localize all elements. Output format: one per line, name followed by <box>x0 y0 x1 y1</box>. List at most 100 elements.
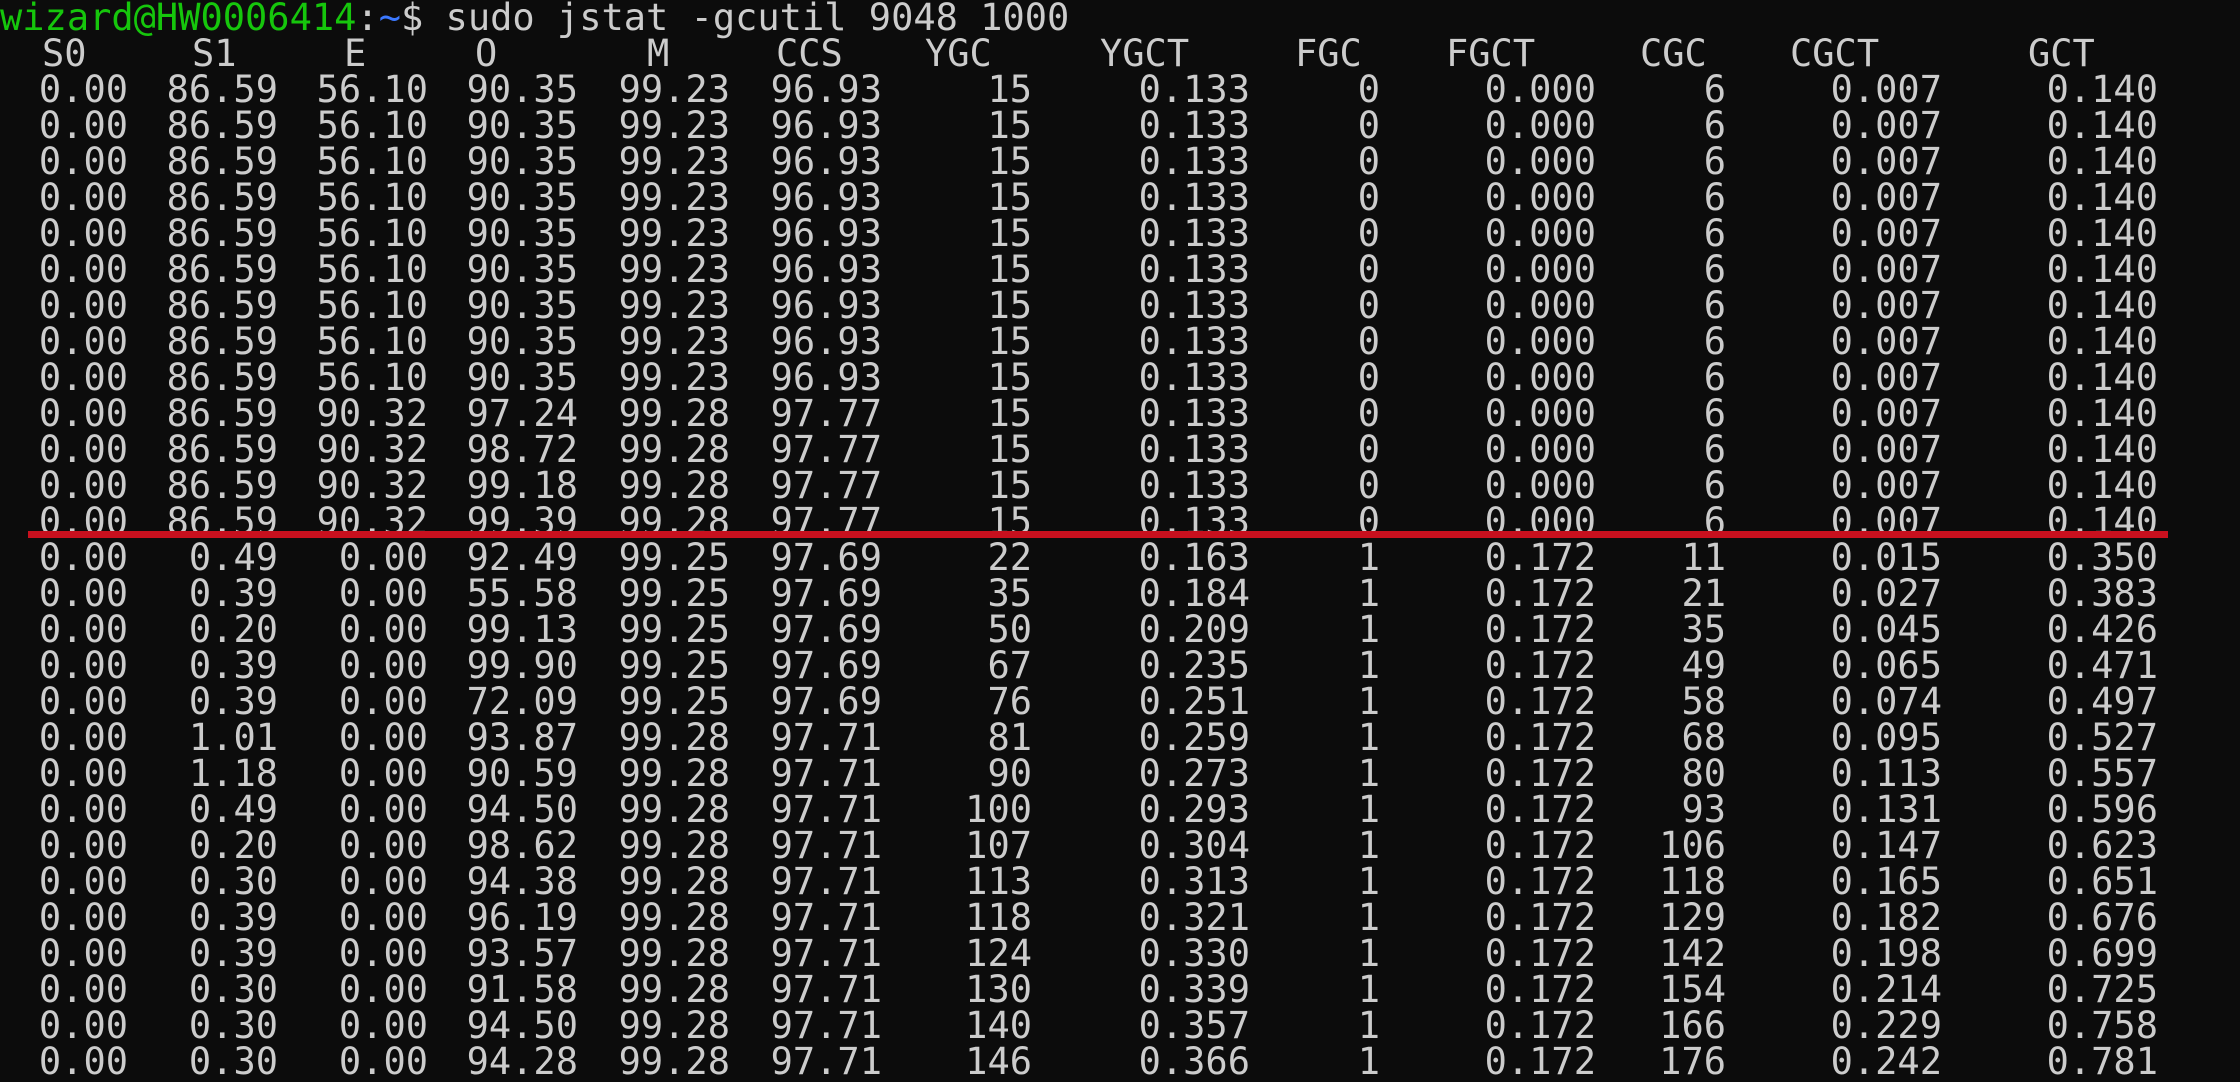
table-cell-fgct: 0.000 <box>1484 68 1596 111</box>
table-cell-ccs: 96.93 <box>770 356 882 399</box>
table-cell-ygc: 15 <box>987 104 1032 147</box>
table-cell-s1: 1.18 <box>188 752 278 795</box>
table-cell-e: 0.00 <box>338 752 428 795</box>
table-cell-ygc: 67 <box>987 644 1032 687</box>
table-cell-ygc: 76 <box>987 680 1032 723</box>
table-cell-e: 0.00 <box>338 572 428 615</box>
table-cell-cgc: 142 <box>1659 932 1726 975</box>
table-cell-s0: 0.00 <box>38 860 128 903</box>
table-cell-ygct: 0.133 <box>1138 140 1250 183</box>
table-cell-s1: 86.59 <box>166 320 278 363</box>
table-cell-s0: 0.00 <box>38 140 128 183</box>
table-cell-s1: 0.39 <box>188 896 278 939</box>
table-cell-ygct: 0.184 <box>1138 572 1250 615</box>
table-cell-m: 99.28 <box>618 932 730 975</box>
table-cell-gct: 0.527 <box>2046 716 2158 759</box>
table-cell-fgc: 0 <box>1357 248 1380 291</box>
table-row: 0.00 86.59 56.10 90.35 99.23 96.93 15 0.133 0 0.0… <box>0 284 2240 327</box>
table-cell-cgct: 0.007 <box>1830 428 1942 471</box>
table-cell-m: 99.28 <box>618 788 730 831</box>
table-cell-m: 99.28 <box>618 392 730 435</box>
table-cell-s0: 0.00 <box>38 716 128 759</box>
table-cell-cgc: 21 <box>1681 572 1726 615</box>
table-cell-o: 90.35 <box>466 68 578 111</box>
table-cell-gct: 0.623 <box>2046 824 2158 867</box>
table-cell-cgct: 0.229 <box>1830 1004 1942 1047</box>
table-cell-m: 99.28 <box>618 716 730 759</box>
table-cell-s0: 0.00 <box>38 644 128 687</box>
table-cell-gct: 0.596 <box>2046 788 2158 831</box>
table-cell-ygc: 15 <box>987 392 1032 435</box>
table-cell-gct: 0.140 <box>2046 428 2158 471</box>
table-cell-s1: 86.59 <box>166 104 278 147</box>
table-cell-s0: 0.00 <box>38 536 128 579</box>
table-cell-s0: 0.00 <box>38 608 128 651</box>
table-cell-s0: 0.00 <box>38 680 128 723</box>
terminal-window[interactable]: wizard@HW0006414:~$ sudo jstat -gcutil 9… <box>0 0 2240 1082</box>
table-cell-s1: 0.39 <box>188 644 278 687</box>
table-cell-fgc: 1 <box>1357 680 1380 723</box>
table-cell-ygc: 15 <box>987 176 1032 219</box>
table-cell-ygct: 0.133 <box>1138 248 1250 291</box>
column-header-row: S0 S1 E O M CCS YGC YGCT FGC FGCT CGC CGCT GCT <box>0 32 2240 75</box>
table-cell-gct: 0.383 <box>2046 572 2158 615</box>
table-cell-ygct: 0.133 <box>1138 320 1250 363</box>
table-cell-s1: 86.59 <box>166 176 278 219</box>
table-cell-ygc: 22 <box>987 536 1032 579</box>
table-row: 0.00 0.30 0.00 94.28 99.28 97.71 146 0.366 1 0.17… <box>0 1040 2240 1082</box>
table-cell-ygc: 50 <box>987 608 1032 651</box>
column-header-ccs: CCS <box>776 32 843 75</box>
table-cell-o: 99.18 <box>466 464 578 507</box>
table-cell-e: 0.00 <box>338 608 428 651</box>
table-cell-cgct: 0.007 <box>1830 140 1942 183</box>
table-cell-s1: 0.39 <box>188 680 278 723</box>
table-cell-cgc: 35 <box>1681 608 1726 651</box>
table-cell-e: 56.10 <box>316 68 428 111</box>
prompt-path: ~ <box>378 0 401 39</box>
table-cell-o: 90.35 <box>466 356 578 399</box>
table-cell-ccs: 97.71 <box>770 1004 882 1047</box>
table-cell-s1: 0.30 <box>188 968 278 1011</box>
table-cell-s0: 0.00 <box>38 824 128 867</box>
table-row: 0.00 86.59 56.10 90.35 99.23 96.93 15 0.133 0 0.0… <box>0 320 2240 363</box>
table-cell-m: 99.28 <box>618 752 730 795</box>
table-cell-o: 94.50 <box>466 788 578 831</box>
table-cell-s1: 86.59 <box>166 140 278 183</box>
table-cell-e: 56.10 <box>316 284 428 327</box>
table-cell-gct: 0.140 <box>2046 392 2158 435</box>
table-cell-s1: 0.20 <box>188 824 278 867</box>
table-cell-fgct: 0.172 <box>1484 536 1596 579</box>
table-cell-o: 98.62 <box>466 824 578 867</box>
table-cell-cgc: 93 <box>1681 788 1726 831</box>
table-cell-fgct: 0.000 <box>1484 284 1596 327</box>
table-cell-cgc: 154 <box>1659 968 1726 1011</box>
table-cell-m: 99.28 <box>618 464 730 507</box>
table-row: 0.00 86.59 56.10 90.35 99.23 96.93 15 0.133 0 0.0… <box>0 215 2240 252</box>
table-cell-ygct: 0.251 <box>1138 680 1250 723</box>
table-cell-ygct: 0.133 <box>1138 176 1250 219</box>
table-cell-s0: 0.00 <box>38 392 128 435</box>
table-cell-fgc: 1 <box>1357 932 1380 975</box>
table-row: 0.00 86.59 90.32 97.24 99.28 97.77 15 0.133 0 0.0… <box>0 392 2240 435</box>
table-cell-cgc: 80 <box>1681 752 1726 795</box>
table-cell-cgct: 0.007 <box>1830 284 1942 327</box>
table-cell-o: 90.35 <box>466 320 578 363</box>
table-cell-cgc: 6 <box>1703 68 1726 111</box>
table-cell-fgct: 0.172 <box>1484 716 1596 759</box>
table-cell-e: 0.00 <box>338 968 428 1011</box>
table-cell-cgct: 0.065 <box>1830 644 1942 687</box>
table-cell-e: 0.00 <box>338 680 428 723</box>
table-cell-s0: 0.00 <box>38 428 128 471</box>
table-cell-m: 99.23 <box>618 104 730 147</box>
table-cell-cgct: 0.007 <box>1830 464 1942 507</box>
table-cell-fgct: 0.000 <box>1484 428 1596 471</box>
table-cell-e: 56.10 <box>316 320 428 363</box>
table-cell-fgc: 0 <box>1357 428 1380 471</box>
table-cell-ygc: 35 <box>987 572 1032 615</box>
table-cell-ccs: 97.71 <box>770 1040 882 1082</box>
table-cell-m: 99.28 <box>618 896 730 939</box>
table-cell-o: 97.24 <box>466 392 578 435</box>
table-cell-cgct: 0.198 <box>1830 932 1942 975</box>
table-cell-fgc: 1 <box>1357 896 1380 939</box>
table-row: 0.00 0.20 0.00 98.62 99.28 97.71 107 0.304 1 0.17… <box>0 824 2240 867</box>
